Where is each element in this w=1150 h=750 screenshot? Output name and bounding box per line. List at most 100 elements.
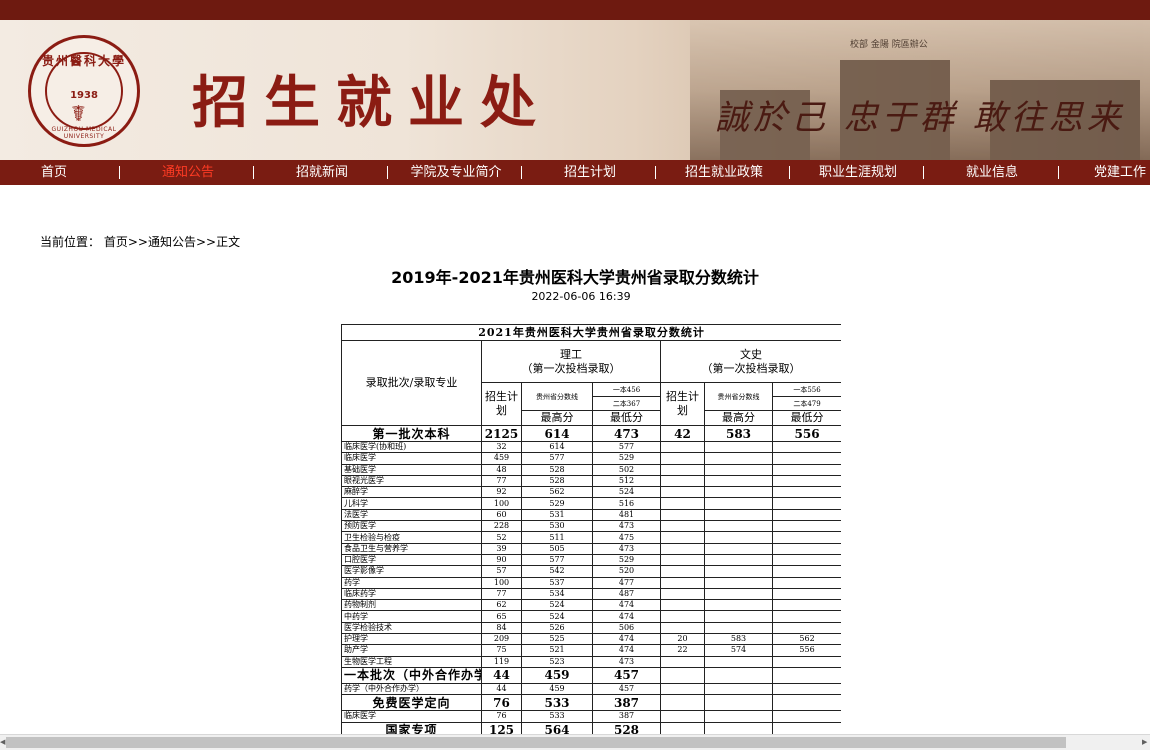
- nav-item-jobs[interactable]: 就业信息: [952, 160, 1032, 185]
- cell-s-max: 531: [521, 508, 593, 522]
- cell-s-min: 474: [592, 633, 661, 646]
- cell-major: 第一批次本科: [341, 425, 482, 442]
- cell-s-max: 524: [521, 599, 593, 612]
- table-row: 食品卫生与营养学 39 505 473: [341, 542, 841, 555]
- cell-major: 临床医学(协和班): [341, 440, 482, 454]
- breadcrumb-label: 当前位置：: [40, 235, 101, 249]
- cell-a-max: [704, 666, 773, 684]
- cell-a-plan: [660, 497, 705, 510]
- cell-a-min: [771, 520, 841, 533]
- cell-s-min: 516: [592, 497, 661, 510]
- table-row: 药物制剂 62 524 474: [341, 599, 841, 612]
- cell-major: 临床药学: [341, 587, 482, 601]
- table-row: 护理学 209 525 474 20 583 562: [341, 633, 841, 646]
- cell-a-max: [704, 565, 773, 578]
- cell-a-plan: [660, 508, 705, 522]
- cell-s-plan: 76: [481, 710, 522, 723]
- col-header-sci-line: 贵州省分数线: [521, 382, 593, 411]
- horizontal-scrollbar[interactable]: ◀ ▶: [0, 734, 1150, 750]
- table-row: 麻醉学 92 562 524: [341, 486, 841, 499]
- cell-s-plan: 44: [481, 666, 522, 684]
- nav-item-plan[interactable]: 招生计划: [550, 160, 630, 185]
- nav-item-notices[interactable]: 通知公告: [148, 160, 228, 185]
- nav-item-news[interactable]: 招就新闻: [282, 160, 362, 185]
- cell-a-max: 583: [704, 425, 773, 442]
- cell-s-plan: 100: [481, 576, 522, 589]
- cell-major: 食品卫生与营养学: [341, 542, 482, 555]
- cell-s-plan: 125: [481, 721, 522, 734]
- table-batch-row: 一本批次（中外合作办学）44459457: [341, 666, 841, 684]
- cell-major: 医学检验技术: [341, 621, 482, 635]
- sci-line-2: 二本367: [592, 396, 661, 411]
- cell-s-plan: 76: [481, 694, 522, 712]
- sci-line-1: 一本456: [592, 382, 661, 397]
- cell-a-plan: [660, 486, 705, 499]
- cell-s-plan: 65: [481, 610, 522, 623]
- breadcrumb-path[interactable]: 首页>>通知公告>>正文: [104, 235, 240, 249]
- cell-a-max: [704, 655, 773, 668]
- cell-s-max: 534: [521, 587, 593, 601]
- cell-a-min: [771, 508, 841, 522]
- cell-a-min: [771, 576, 841, 589]
- top-bar: [0, 0, 1150, 20]
- scroll-right-icon[interactable]: ▶: [1142, 735, 1150, 750]
- cell-s-plan: 48: [481, 463, 522, 476]
- cell-a-min: [771, 666, 841, 684]
- table-row: 法医学 60 531 481: [341, 508, 841, 522]
- cell-major: 生物医学工程: [341, 655, 482, 668]
- cell-s-plan: 228: [481, 520, 522, 533]
- article-date: 2022-06-06 16:39: [531, 290, 631, 303]
- cell-a-plan: [660, 440, 705, 454]
- table-row: 预防医学 228 530 473: [341, 520, 841, 533]
- cell-a-min: [771, 721, 841, 734]
- nav-item-colleges[interactable]: 学院及专业简介: [404, 160, 508, 185]
- table-row: 临床医学(协和班) 32 614 577: [341, 440, 841, 454]
- cell-a-plan: 20: [660, 633, 705, 646]
- cell-a-min: [771, 610, 841, 623]
- scrollbar-thumb[interactable]: [6, 737, 1066, 748]
- cell-a-max: [704, 531, 773, 544]
- nav-separator: [521, 166, 522, 179]
- cell-a-min: 562: [771, 633, 841, 646]
- university-logo[interactable]: 贵州醫科大學 1938 ☤ GUIZHOU MEDICAL UNIVERSITY: [28, 35, 140, 147]
- cell-major: 口腔医学: [341, 553, 482, 567]
- cell-s-plan: 84: [481, 621, 522, 635]
- nav-item-party[interactable]: 党建工作: [1094, 160, 1150, 185]
- cell-major: 医学影像学: [341, 565, 482, 578]
- cell-major: 一本批次（中外合作办学）: [341, 666, 482, 684]
- cell-major: 药学: [341, 576, 482, 589]
- cell-s-min: 577: [592, 440, 661, 454]
- cell-s-max: 530: [521, 520, 593, 533]
- cell-a-plan: [660, 587, 705, 601]
- cell-s-plan: 209: [481, 633, 522, 646]
- nav-item-career[interactable]: 职业生涯规划: [810, 160, 906, 185]
- cell-a-max: [704, 520, 773, 533]
- cell-s-min: 474: [592, 599, 661, 612]
- cell-s-plan: 459: [481, 452, 522, 465]
- cell-a-plan: 42: [660, 425, 705, 442]
- cell-s-max: 525: [521, 633, 593, 646]
- cell-s-plan: 57: [481, 565, 522, 578]
- cell-a-min: [771, 497, 841, 510]
- cell-a-min: [771, 682, 841, 696]
- cell-a-max: [704, 621, 773, 635]
- col-header-arts-max: 最高分: [704, 410, 773, 426]
- cell-s-min: 487: [592, 587, 661, 601]
- score-table-image: 2021年贵州医科大学贵州省录取分数统计 录取批次/录取专业 理工 （第一次投档录…: [341, 324, 841, 734]
- col-header-arts-line: 贵州省分数线: [704, 382, 773, 411]
- cell-s-max: 505: [521, 542, 593, 555]
- nav-item-policy[interactable]: 招生就业政策: [676, 160, 772, 185]
- cell-major: 临床医学: [341, 710, 482, 723]
- cell-s-max: 524: [521, 610, 593, 623]
- cell-s-min: 387: [592, 710, 661, 723]
- cell-a-min: [771, 542, 841, 555]
- nav-item-home[interactable]: 首页: [22, 160, 86, 185]
- cell-s-max: 577: [521, 553, 593, 567]
- cell-a-plan: [660, 520, 705, 533]
- cell-s-plan: 2125: [481, 425, 522, 442]
- nav-separator: [655, 166, 656, 179]
- cell-a-plan: [660, 682, 705, 696]
- cell-s-max: 577: [521, 452, 593, 465]
- cell-a-max: [704, 542, 773, 555]
- table-row: 临床医学 76 533 387: [341, 710, 841, 723]
